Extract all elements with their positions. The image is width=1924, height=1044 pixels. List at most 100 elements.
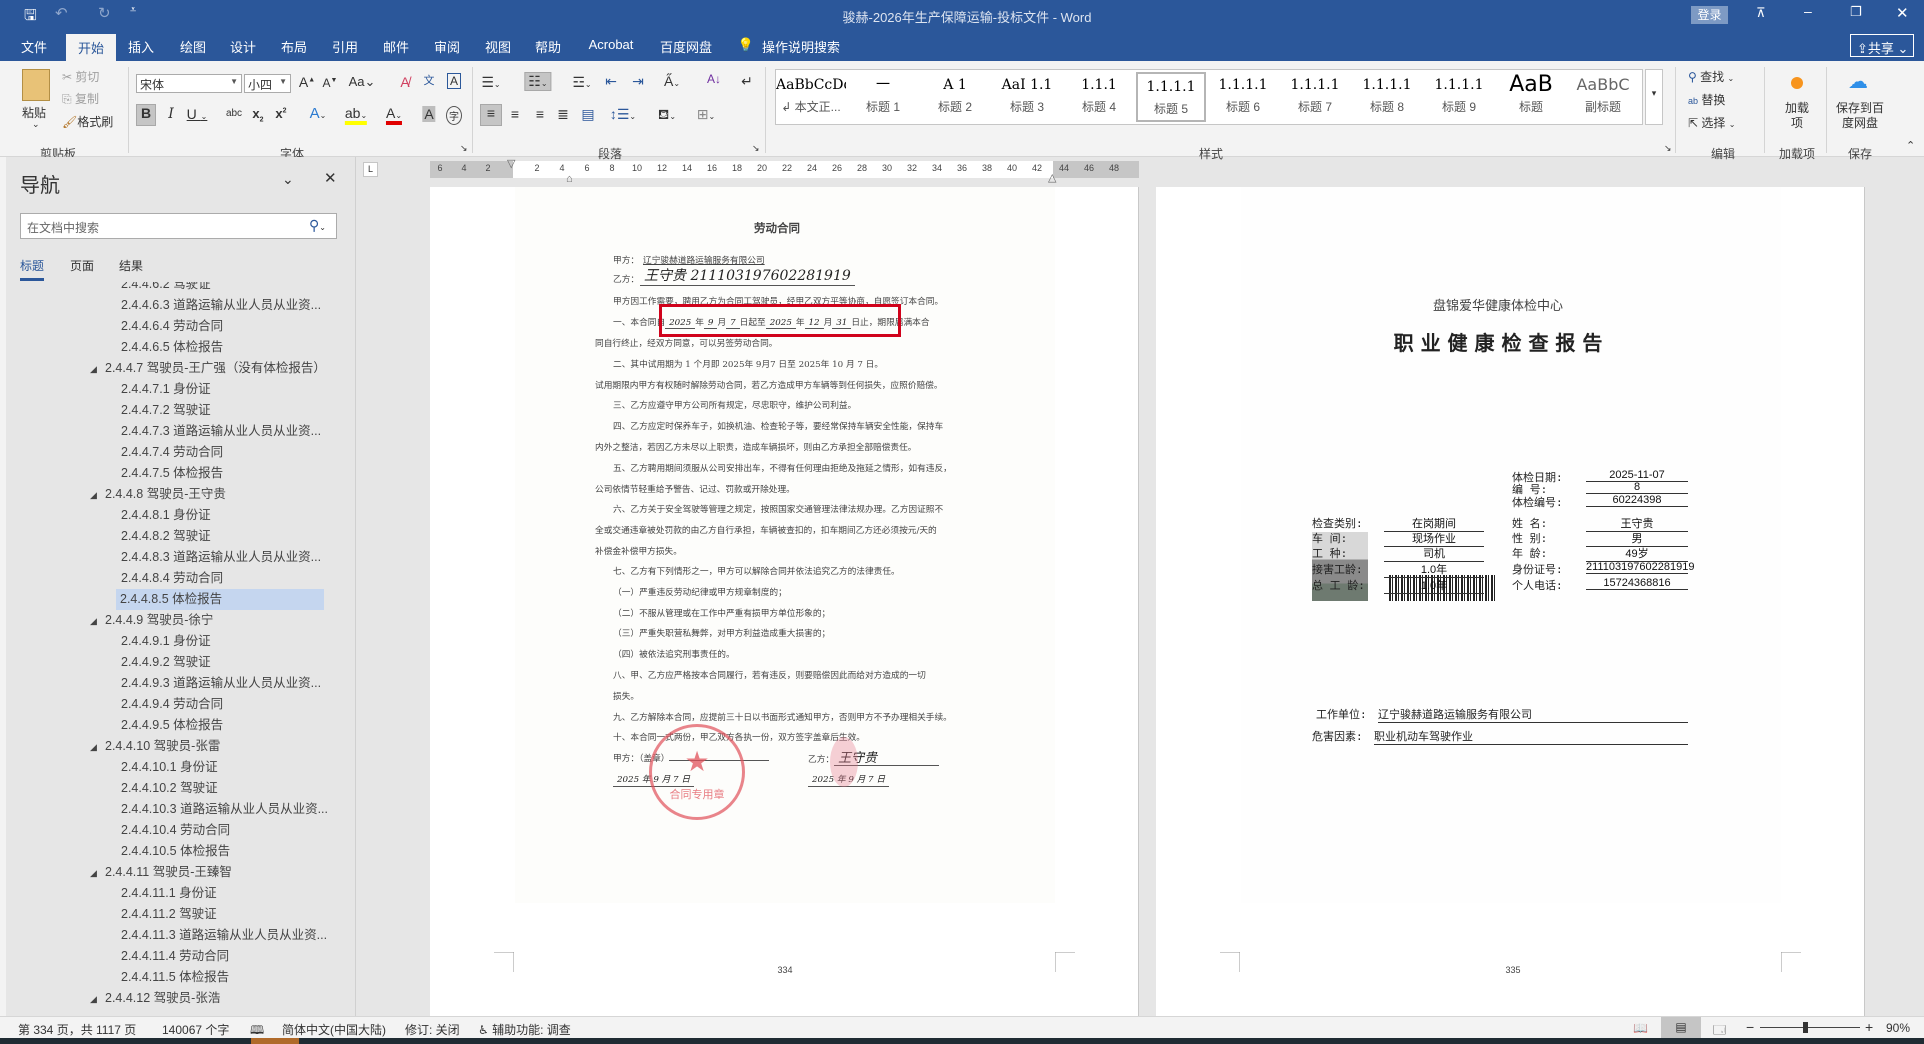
nav-heading-item[interactable]: 2.4.4.9.2 驾驶证: [117, 652, 211, 673]
expand-triangle-icon[interactable]: ◢: [90, 868, 97, 879]
nav-heading-item[interactable]: 2.4.4.12 驾驶员-张浩: [101, 988, 220, 1006]
highlight-color-icon[interactable]: ab⌄: [344, 105, 368, 125]
align-left-button[interactable]: ≡: [480, 104, 502, 126]
zoom-out-button[interactable]: −: [1746, 1019, 1754, 1035]
nav-options-chevron-icon[interactable]: ⌄: [282, 171, 294, 188]
nav-heading-item[interactable]: 2.4.4.10.5 体检报告: [117, 841, 230, 862]
expand-triangle-icon[interactable]: ◢: [90, 364, 97, 375]
nav-heading-item[interactable]: 2.4.4.11.4 劳动合同: [117, 946, 229, 967]
nav-heading-item[interactable]: 2.4.4.7.2 驾驶证: [117, 400, 211, 421]
replace-button[interactable]: ab 替换: [1688, 91, 1725, 108]
share-button[interactable]: ⇪共享 ⌄: [1850, 34, 1914, 57]
nav-heading-item[interactable]: 2.4.4.9.3 道路运输从业人员从业资...: [117, 673, 321, 694]
tab-file[interactable]: 文件: [21, 37, 47, 56]
borders-icon[interactable]: ⊞⌄: [697, 106, 715, 123]
paragraph-dialog-launcher-icon[interactable]: ↘: [752, 143, 760, 154]
style-6[interactable]: 1.1.1.1 标题 6: [1208, 72, 1278, 122]
nav-heading-item[interactable]: 2.4.4.8.1 身份证: [117, 505, 211, 526]
phonetic-guide-icon[interactable]: 文: [424, 72, 435, 88]
style-11[interactable]: AaBbC 副标题: [1568, 72, 1638, 122]
tab-home[interactable]: 开始: [65, 34, 117, 61]
styles-more-button[interactable]: ▾: [1645, 69, 1663, 125]
nav-heading-item[interactable]: 2.4.4.9.5 体检报告: [117, 715, 223, 736]
nav-tab-headings[interactable]: 标题: [20, 257, 45, 281]
tab-acrobat[interactable]: Acrobat: [589, 37, 634, 52]
nav-tab-pages[interactable]: 页面: [70, 257, 94, 274]
expand-triangle-icon[interactable]: ◢: [90, 616, 97, 627]
zoom-slider[interactable]: [1760, 1027, 1860, 1028]
baidu-netdisk-icon[interactable]: ☁: [1848, 69, 1868, 94]
track-changes-status[interactable]: 修订: 关闭: [405, 1021, 460, 1038]
nav-heading-item[interactable]: 2.4.4.8 驾驶员-王守贵: [101, 484, 226, 505]
nav-heading-item[interactable]: 2.4.4.7.3 道路运输从业人员从业资...: [117, 421, 321, 442]
nav-heading-item[interactable]: 2.4.4.10.2 驾驶证: [117, 778, 218, 799]
nav-heading-item[interactable]: 2.4.4.7.4 劳动合同: [117, 442, 223, 463]
shading-icon[interactable]: ⛾⌄: [658, 106, 676, 125]
customize-toolbar-icon[interactable]: ⩡: [130, 4, 136, 17]
character-border-icon[interactable]: A: [446, 73, 462, 89]
nav-heading-item[interactable]: 2.4.4.6.4 劳动合同: [117, 316, 223, 337]
paste-options-chevron-icon[interactable]: ⌄: [32, 119, 40, 130]
nav-heading-item[interactable]: 2.4.4.10.1 身份证: [117, 757, 218, 778]
nav-heading-item[interactable]: 2.4.4.7.1 身份证: [117, 379, 211, 400]
style-5[interactable]: 1.1.1.1 标题 5: [1136, 72, 1206, 122]
shrink-font-icon[interactable]: A▼: [323, 76, 338, 90]
expand-triangle-icon[interactable]: ◢: [90, 742, 97, 753]
login-button[interactable]: 登录: [1691, 6, 1728, 24]
styles-dialog-launcher-icon[interactable]: ↘: [1664, 143, 1672, 154]
expand-triangle-icon[interactable]: ◢: [90, 994, 97, 1005]
nav-heading-item[interactable]: 2.4.4.11.5 体检报告: [117, 967, 229, 988]
style-3[interactable]: AaI 1.1 标题 3: [992, 72, 1062, 122]
nav-heading-item[interactable]: 2.4.4.8.2 驾驶证: [117, 526, 211, 547]
nav-heading-item[interactable]: 2.4.4.11.1 身份证: [117, 883, 217, 904]
collapse-ribbon-icon[interactable]: ⌃: [1906, 139, 1915, 152]
first-line-indent-marker[interactable]: ▽: [507, 157, 515, 170]
font-dialog-launcher-icon[interactable]: ↘: [460, 143, 468, 154]
nav-heading-item[interactable]: 2.4.4.6.5 体检报告: [117, 337, 223, 358]
subscript-button[interactable]: x2: [252, 106, 263, 124]
tab-references[interactable]: 引用: [332, 37, 358, 56]
tab-help[interactable]: 帮助: [535, 37, 561, 56]
style-2[interactable]: A 1 标题 2: [920, 72, 990, 122]
search-icon[interactable]: ⚲⌄: [309, 217, 326, 234]
tab-view[interactable]: 视图: [485, 37, 511, 56]
font-size-select[interactable]: 小四 ▼: [244, 74, 291, 93]
justify-button[interactable]: ≣: [557, 106, 569, 123]
tab-baidu-netdisk[interactable]: 百度网盘: [660, 37, 712, 56]
nav-heading-item[interactable]: 2.4.4.6.2 驾驶证: [117, 282, 211, 295]
format-painter-button[interactable]: 🖌格式刷: [62, 113, 113, 130]
superscript-button[interactable]: x2: [275, 106, 286, 121]
accessibility-status[interactable]: ♿ 辅助功能: 调查: [478, 1021, 571, 1038]
underline-button[interactable]: U ⌄: [187, 106, 208, 122]
show-formatting-marks-icon[interactable]: ↵: [741, 73, 753, 90]
nav-heading-item[interactable]: 2.4.4.9.1 身份证: [117, 631, 211, 652]
word-count[interactable]: 140067 个字: [162, 1021, 229, 1038]
strikethrough-button[interactable]: abc: [226, 108, 242, 119]
tab-design[interactable]: 设计: [230, 37, 256, 56]
page-count[interactable]: 第 334 页，共 1117 页: [18, 1021, 136, 1038]
style-9[interactable]: 1.1.1.1 标题 9: [1424, 72, 1494, 122]
language-indicator[interactable]: 简体中文(中国大陆): [282, 1021, 386, 1038]
nav-heading-item[interactable]: 2.4.4.8.5 体检报告: [116, 589, 324, 610]
nav-heading-item[interactable]: 2.4.4.11 驾驶员-王臻智: [101, 862, 232, 883]
zoom-in-button[interactable]: +: [1865, 1019, 1873, 1035]
multilevel-list-icon[interactable]: ☲⌄: [572, 74, 591, 91]
italic-button[interactable]: I: [168, 106, 174, 122]
tab-insert[interactable]: 插入: [128, 37, 154, 56]
style-7[interactable]: 1.1.1.1 标题 7: [1280, 72, 1350, 122]
distributed-button[interactable]: ▤: [581, 106, 594, 123]
bullets-icon[interactable]: ☰⌄: [481, 74, 500, 91]
nav-heading-item[interactable]: 2.4.4.6.3 道路运输从业人员从业资...: [117, 295, 321, 316]
style-4[interactable]: 1.1.1 标题 4: [1064, 72, 1134, 122]
change-case-icon[interactable]: Aa⌄: [349, 74, 376, 90]
nav-heading-item[interactable]: 2.4.4.7.5 体检报告: [117, 463, 223, 484]
tab-review[interactable]: 审阅: [434, 37, 460, 56]
find-button[interactable]: ⚲ 查找 ⌄: [1688, 68, 1734, 85]
character-shading-icon[interactable]: A: [422, 106, 436, 122]
nav-heading-item[interactable]: 2.4.4.8.3 道路运输从业人员从业资...: [117, 547, 321, 568]
text-effects-icon[interactable]: A⌄: [310, 105, 327, 122]
nav-heading-item[interactable]: 2.4.4.7 驾驶员-王广强（没有体检报告）: [101, 358, 326, 379]
style-1[interactable]: 一标题 1: [848, 72, 918, 122]
nav-tab-results[interactable]: 结果: [119, 257, 143, 274]
minimize-button[interactable]: –: [1804, 3, 1812, 19]
